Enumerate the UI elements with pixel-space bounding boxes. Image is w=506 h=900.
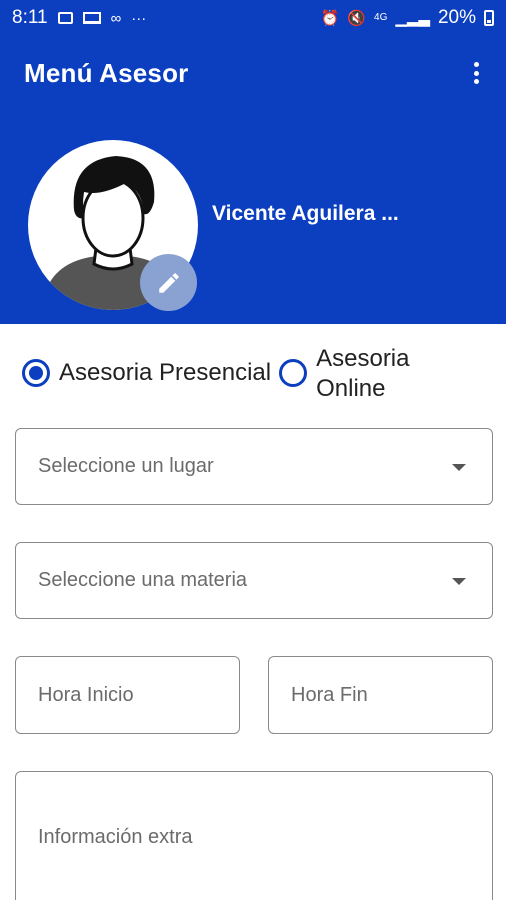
alarm-icon: ⏰: [320, 9, 340, 27]
pencil-icon: [158, 272, 179, 293]
signal-icon: ▁▂▃: [395, 9, 430, 27]
battery-percent: 20%: [437, 7, 476, 28]
radio-label-online-line2: Online: [316, 375, 386, 402]
status-bar: 8:11 ∞ ··· ⏰ 🔇 4G ▁▂▃ 20%: [0, 0, 506, 36]
radio-button-unchecked[interactable]: [279, 359, 308, 387]
materia-placeholder: Seleccione una materia: [38, 569, 248, 591]
radio-label-presencial: Asesoria Presencial: [59, 359, 272, 386]
hora-inicio-placeholder: Hora Inicio: [38, 683, 134, 706]
dropdown-arrow-icon: [452, 463, 466, 471]
info-extra-placeholder: Información extra: [38, 826, 193, 848]
more-vert-icon[interactable]: [464, 58, 488, 88]
lugar-placeholder: Seleccione un lugar: [38, 455, 214, 477]
radio-label-online: Asesoria Online: [316, 344, 426, 404]
info-extra-field[interactable]: Información extra: [15, 771, 493, 900]
battery-icon: [484, 10, 494, 26]
hora-fin-field[interactable]: Hora Fin: [268, 656, 493, 734]
radio-presencial[interactable]: Asesoria Presencial: [22, 344, 271, 388]
user-name: Vicente Aguilera ...: [212, 202, 399, 225]
dropdown-arrow-icon: [452, 577, 466, 585]
app-header: Menú Asesor Vicente Aguilera ...: [0, 36, 506, 324]
materia-dropdown[interactable]: Seleccione una materia: [15, 542, 493, 619]
radio-online[interactable]: Asesoria Online: [279, 344, 426, 404]
more-dots-icon: ···: [131, 9, 147, 27]
radio-button-checked[interactable]: [22, 359, 50, 387]
image-icon: [57, 12, 73, 24]
status-time: 8:11: [12, 7, 48, 28]
page-title: Menú Asesor: [24, 58, 189, 88]
voicemail-icon: ∞: [110, 9, 122, 27]
hora-inicio-field[interactable]: Hora Inicio: [15, 656, 240, 734]
radio-label-online-line1: Asesoria: [316, 345, 410, 372]
edit-avatar-button[interactable]: [140, 254, 197, 311]
laptop-icon: [82, 12, 101, 24]
data-4g-icon: 4G: [374, 12, 388, 23]
hora-fin-placeholder: Hora Fin: [291, 683, 368, 706]
lugar-dropdown[interactable]: Seleccione un lugar: [15, 428, 493, 505]
avatar-container: [28, 140, 198, 311]
modality-radio-group: Asesoria Presencial Asesoria Online: [22, 344, 492, 404]
mute-icon: 🔇: [347, 9, 367, 27]
